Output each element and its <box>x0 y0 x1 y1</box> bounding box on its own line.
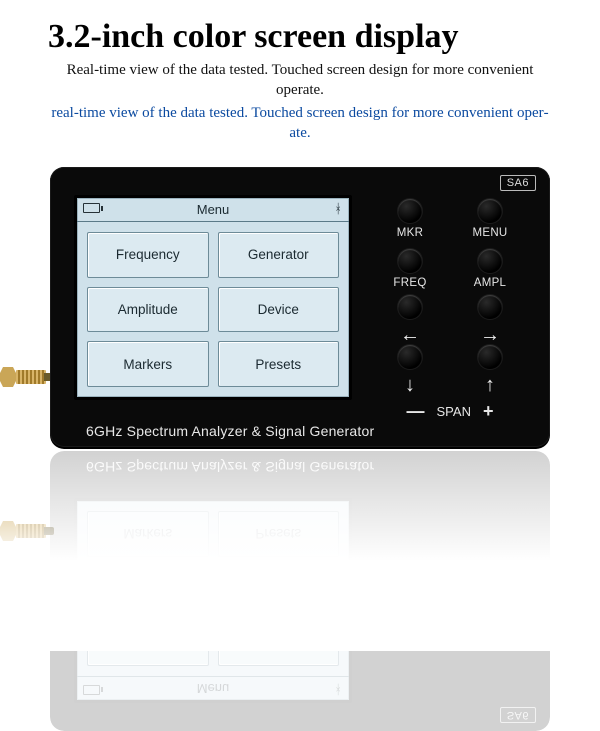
mkr-button[interactable] <box>398 199 422 223</box>
headline: 3.2-inch color screen display <box>0 0 600 60</box>
menu-generator[interactable]: Generator <box>218 232 340 278</box>
battery-icon <box>83 203 100 213</box>
button-panel: MKR MENU FREQ AMPL <box>370 199 530 413</box>
down-button[interactable] <box>398 345 422 369</box>
menu-device[interactable]: Device <box>218 287 340 333</box>
subtitle-secondary: real-time view of the data tested. Touch… <box>0 103 600 160</box>
device-body: SA6 Menu ᚼ Frequency Generator Amplitude… <box>50 167 550 447</box>
arrow-up-icon: ↑ <box>455 375 525 395</box>
span-plus[interactable]: + <box>483 401 494 422</box>
ampl-label: AMPL <box>455 277 525 289</box>
span-label: SPAN <box>437 404 471 419</box>
menu-presets[interactable]: Presets <box>218 341 340 387</box>
arrow-left-icon: ← <box>375 325 445 345</box>
up-button[interactable] <box>478 345 502 369</box>
ampl-button[interactable] <box>478 249 502 273</box>
menu-label: MENU <box>455 227 525 239</box>
screen-titlebar: Menu ᚼ <box>77 198 349 222</box>
arrow-right-icon: → <box>455 325 525 345</box>
freq-button[interactable] <box>398 249 422 273</box>
product-stage: SA6 Menu ᚼ Frequency Generator Amplitude… <box>0 159 600 589</box>
mkr-label: MKR <box>375 227 445 239</box>
left-button[interactable] <box>398 295 422 319</box>
arrow-down-icon: ↓ <box>375 375 445 395</box>
reflection: SA6 Menu ᚼ Frequency Generator Amplitude… <box>50 451 550 731</box>
lcd-screen[interactable]: Menu ᚼ Frequency Generator Amplitude Dev… <box>74 195 352 400</box>
reflection-fade <box>0 451 600 651</box>
menu-amplitude[interactable]: Amplitude <box>87 287 209 333</box>
sma-connector-bottom <box>0 519 54 543</box>
right-button[interactable] <box>478 295 502 319</box>
screen-title: Menu <box>197 202 230 217</box>
model-badge: SA6 <box>500 175 536 191</box>
menu-frequency[interactable]: Frequency <box>87 232 209 278</box>
subtitle-primary: Real-time view of the data tested. Touch… <box>0 60 600 103</box>
span-minus[interactable]: — <box>407 401 425 422</box>
bluetooth-icon: ᚼ <box>334 201 342 216</box>
freq-label: FREQ <box>375 277 445 289</box>
menu-button[interactable] <box>478 199 502 223</box>
device-caption: 6GHz Spectrum Analyzer & Signal Generato… <box>50 423 550 439</box>
menu-markers[interactable]: Markers <box>87 341 209 387</box>
